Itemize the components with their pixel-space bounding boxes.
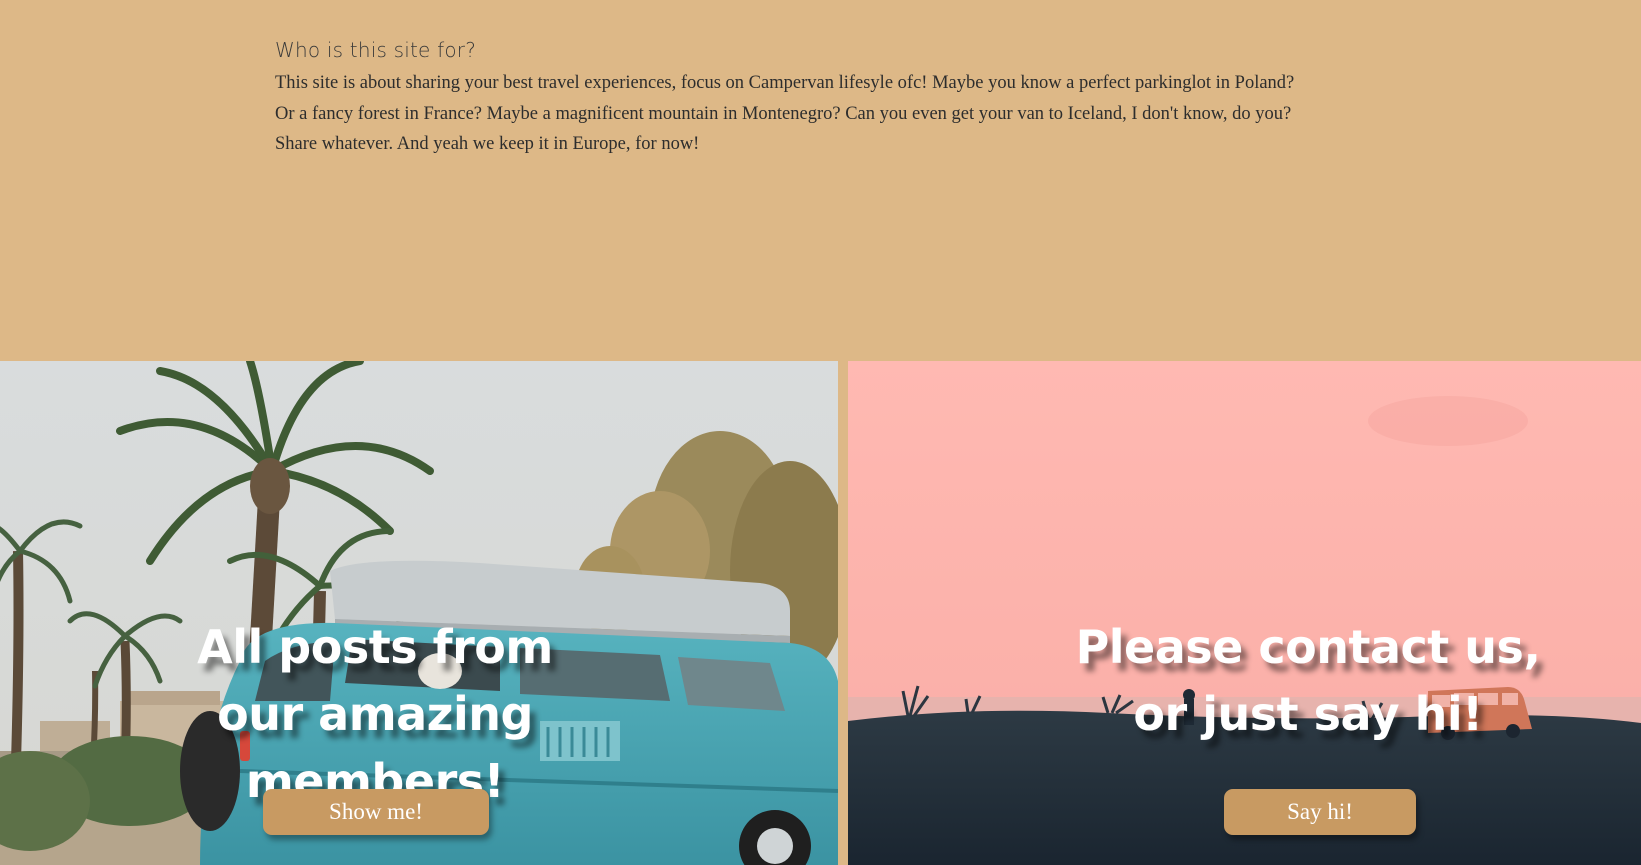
about-note: Share whatever. And yeah we keep it in E… bbox=[275, 134, 700, 154]
say-hi-button[interactable]: Say hi! bbox=[1224, 789, 1416, 835]
posts-panel: All posts from our amazing members! Show… bbox=[0, 361, 838, 865]
about-paragraph: This site is about sharing your best tra… bbox=[275, 73, 1295, 124]
posts-heading: All posts from our amazing members! bbox=[197, 620, 553, 808]
contact-panel: Please contact us, or just say hi! Say h… bbox=[848, 361, 1641, 865]
about-title: Who is this site for? bbox=[275, 38, 477, 62]
about-text: This site is about sharing your best tra… bbox=[275, 68, 1305, 160]
show-me-button[interactable]: Show me! bbox=[263, 789, 489, 835]
contact-heading: Please contact us, or just say hi! bbox=[1075, 620, 1541, 741]
